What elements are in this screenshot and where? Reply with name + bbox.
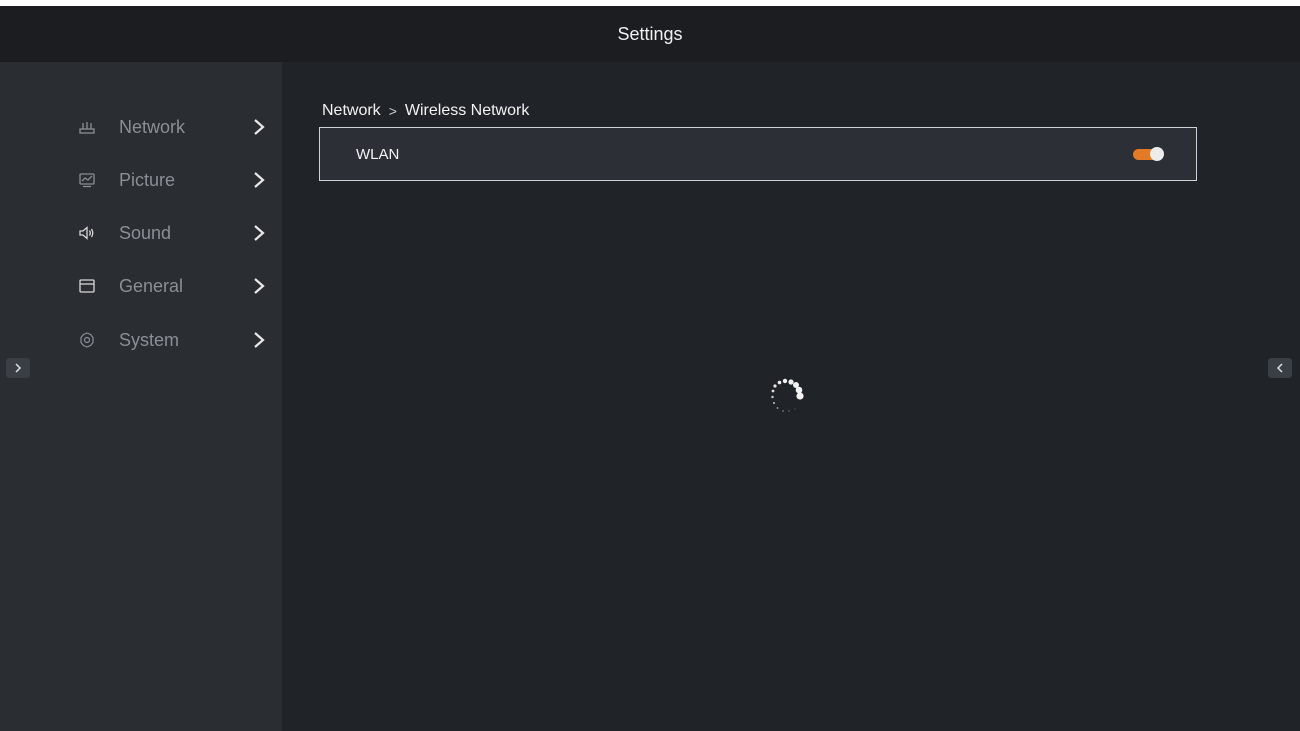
sidebar: Network Picture Sound General System [0, 62, 282, 731]
sidebar-item-network[interactable]: Network [0, 107, 282, 147]
gear-icon [80, 332, 94, 348]
chevron-right-icon [254, 278, 265, 294]
main-content: Network > Wireless Network WLAN [282, 62, 1300, 731]
sidebar-item-sound[interactable]: Sound [0, 213, 282, 253]
wlan-toggle[interactable] [1133, 147, 1165, 161]
sidebar-item-label: Picture [119, 169, 176, 190]
router-icon [79, 122, 95, 134]
speaker-icon [79, 226, 94, 240]
chevron-right-icon [254, 332, 265, 348]
chevron-right-icon [254, 172, 265, 188]
sidebar-item-label: General [119, 275, 184, 296]
breadcrumb-separator: > [388, 103, 397, 119]
sidebar-item-label: System [119, 329, 180, 350]
wlan-row[interactable]: WLAN [319, 127, 1197, 181]
chevron-right-icon [254, 119, 265, 135]
breadcrumb-parent[interactable]: Network [322, 102, 381, 120]
picture-icon [79, 173, 95, 188]
chevron-right-icon [15, 363, 22, 373]
top-bar: Settings [0, 6, 1300, 62]
sidebar-item-system[interactable]: System [0, 320, 282, 360]
window-icon [79, 279, 95, 293]
breadcrumb-current: Wireless Network [404, 102, 530, 119]
settings-screen: Settings Network Picture Sound General S… [0, 6, 1300, 731]
sidebar-item-general[interactable]: General [0, 266, 282, 306]
page-title: Settings [617, 23, 683, 44]
breadcrumb: Network > Wireless Network [322, 102, 529, 120]
chevron-right-icon [254, 225, 265, 241]
wlan-label: WLAN [356, 145, 400, 163]
loading-spinner-icon [771, 378, 804, 412]
sidebar-item-label: Network [119, 116, 186, 137]
sidebar-item-picture[interactable]: Picture [0, 160, 282, 200]
sidebar-item-label: Sound [119, 222, 172, 243]
expand-left-panel-button[interactable] [6, 358, 30, 378]
toggle-knob [1150, 147, 1164, 161]
